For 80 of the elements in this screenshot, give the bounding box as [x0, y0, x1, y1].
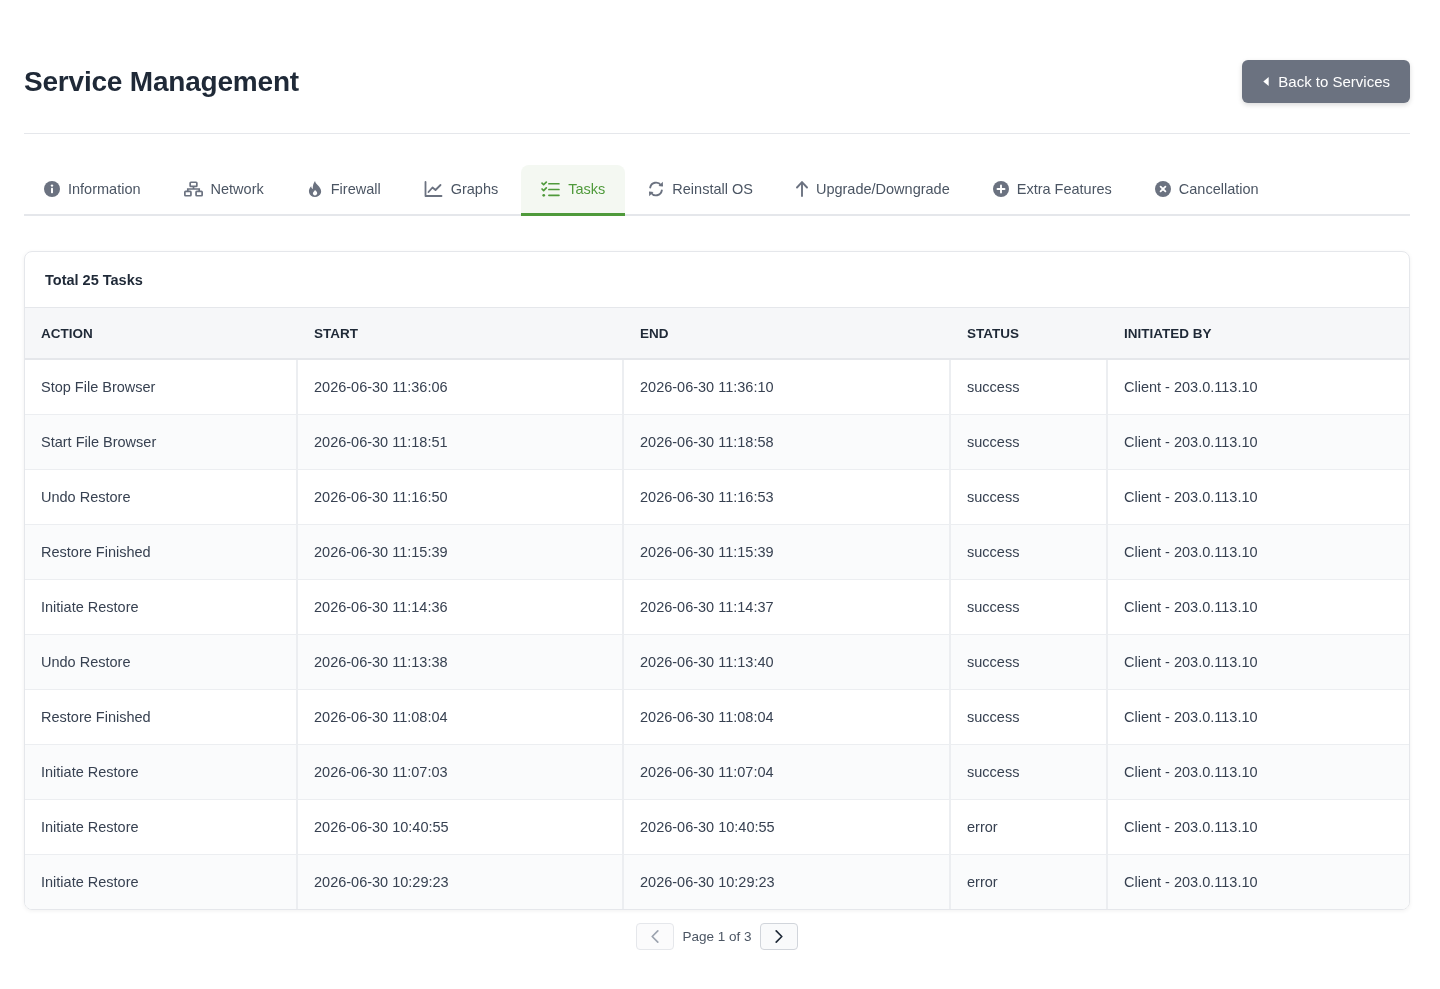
table-cell: success — [951, 525, 1108, 580]
table-cell: 2026-06-30 11:07:03 — [298, 745, 624, 800]
table-cell: Initiate Restore — [25, 580, 298, 635]
table-cell: 2026-06-30 11:36:06 — [298, 360, 624, 415]
table-cell: error — [951, 855, 1108, 909]
table-cell: error — [951, 800, 1108, 855]
column-header: ACTION — [25, 308, 298, 360]
table-cell: Stop File Browser — [25, 360, 298, 415]
back-button[interactable]: Back to Services — [1242, 60, 1410, 103]
table-cell: 2026-06-30 10:29:23 — [298, 855, 624, 909]
page-indicator: Page 1 of 3 — [682, 929, 752, 944]
table-cell: Restore Finished — [25, 525, 298, 580]
flame-icon — [306, 181, 323, 197]
table-cell: 2026-06-30 11:16:53 — [624, 470, 951, 525]
table-cell: success — [951, 690, 1108, 745]
table-cell: success — [951, 415, 1108, 470]
table-cell: 2026-06-30 11:16:50 — [298, 470, 624, 525]
page-title: Service Management — [24, 65, 299, 98]
table-cell: Undo Restore — [25, 635, 298, 690]
close-circle-icon — [1154, 181, 1171, 197]
table-cell: Client - 203.0.113.10 — [1108, 745, 1409, 800]
table-cell: Start File Browser — [25, 415, 298, 470]
chevron-left-icon — [651, 930, 660, 943]
table-cell: Client - 203.0.113.10 — [1108, 580, 1409, 635]
network-icon — [183, 181, 203, 197]
next-page-button[interactable] — [759, 923, 798, 950]
tab[interactable]: Reinstall OS — [628, 165, 773, 216]
table-cell: 2026-06-30 10:40:55 — [624, 800, 951, 855]
table-cell: 2026-06-30 11:36:10 — [624, 360, 951, 415]
table-cell: 2026-06-30 11:13:38 — [298, 635, 624, 690]
table-cell: Initiate Restore — [25, 855, 298, 909]
table-cell: 2026-06-30 11:15:39 — [624, 525, 951, 580]
checklist-icon — [541, 181, 561, 197]
tab[interactable]: Cancellation — [1134, 165, 1279, 216]
table-cell: Undo Restore — [25, 470, 298, 525]
table-cell: Initiate Restore — [25, 800, 298, 855]
chevron-right-icon — [774, 930, 783, 943]
tab[interactable]: Graphs — [403, 165, 519, 216]
table-cell: 2026-06-30 11:18:58 — [624, 415, 951, 470]
table-cell: 2026-06-30 11:08:04 — [298, 690, 624, 745]
table-cell: Client - 203.0.113.10 — [1108, 690, 1409, 745]
table-cell: Client - 203.0.113.10 — [1108, 525, 1409, 580]
line-chart-icon — [423, 181, 443, 197]
table-cell: Client - 203.0.113.10 — [1108, 470, 1409, 525]
table-cell: 2026-06-30 11:18:51 — [298, 415, 624, 470]
arrow-up-icon — [795, 181, 808, 197]
table-cell: 2026-06-30 11:14:37 — [624, 580, 951, 635]
table-cell: 2026-06-30 11:14:36 — [298, 580, 624, 635]
table-cell: Client - 203.0.113.10 — [1108, 800, 1409, 855]
refresh-icon — [648, 181, 665, 197]
tab[interactable]: Firewall — [286, 165, 401, 216]
table-cell: success — [951, 745, 1108, 800]
tab[interactable]: Upgrade/Downgrade — [775, 165, 970, 216]
table-cell: Initiate Restore — [25, 745, 298, 800]
info-icon — [44, 181, 60, 197]
table-cell: 2026-06-30 10:40:55 — [298, 800, 624, 855]
table-cell: 2026-06-30 11:08:04 — [624, 690, 951, 745]
table-cell: Restore Finished — [25, 690, 298, 745]
table-cell: success — [951, 580, 1108, 635]
table-cell: Client - 203.0.113.10 — [1108, 415, 1409, 470]
table-cell: 2026-06-30 11:07:04 — [624, 745, 951, 800]
column-header: STATUS — [951, 308, 1108, 360]
card-title: Total 25 Tasks — [45, 271, 143, 288]
table-cell: 2026-06-30 11:15:39 — [298, 525, 624, 580]
table-cell: success — [951, 360, 1108, 415]
caret-left-icon — [1263, 77, 1270, 86]
table-cell: Client - 203.0.113.10 — [1108, 855, 1409, 909]
column-header: START — [298, 308, 624, 360]
tab[interactable]: Extra Features — [972, 165, 1132, 216]
tab[interactable]: Information — [24, 165, 161, 216]
table-cell: Client - 203.0.113.10 — [1108, 360, 1409, 415]
table-cell: Client - 203.0.113.10 — [1108, 635, 1409, 690]
table-cell: 2026-06-30 10:29:23 — [624, 855, 951, 909]
table-cell: 2026-06-30 11:13:40 — [624, 635, 951, 690]
column-header: INITIATED BY — [1108, 308, 1409, 360]
tab[interactable]: Network — [163, 165, 284, 216]
table-cell: success — [951, 470, 1108, 525]
column-header: END — [624, 308, 951, 360]
plus-circle-icon — [992, 181, 1009, 197]
table-cell: success — [951, 635, 1108, 690]
